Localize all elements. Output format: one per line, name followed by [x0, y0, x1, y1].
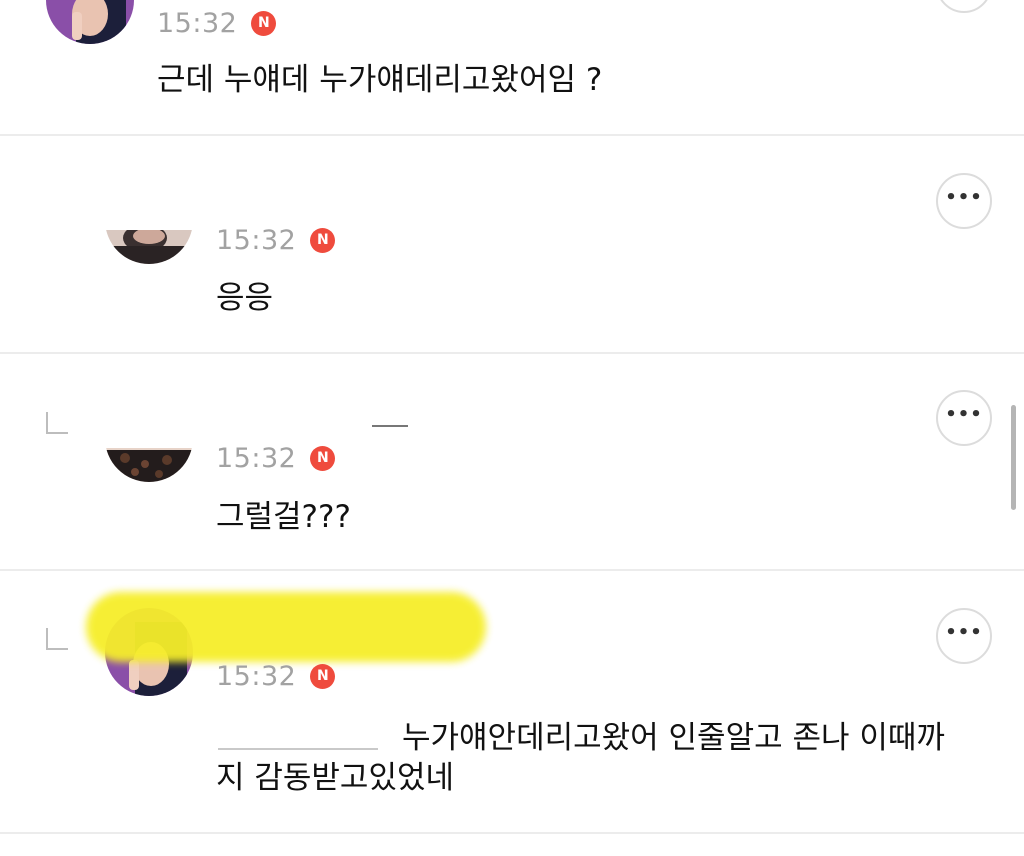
- more-options-icon: •••: [945, 187, 983, 208]
- avatar-crop-3: [105, 448, 197, 482]
- comment-meta: 15:32 N: [157, 5, 277, 41]
- avatar-image: [105, 230, 193, 264]
- divider: [0, 134, 1024, 136]
- new-badge-icon: N: [310, 663, 336, 689]
- comment-text: 근데 누얘데 누가얘데리고왔어임 ?: [157, 62, 603, 98]
- more-options-icon: •••: [945, 622, 983, 643]
- more-options-icon: •••: [945, 404, 983, 425]
- redaction-highlight: [86, 592, 486, 662]
- comment-time: 15:32: [216, 442, 297, 474]
- avatar-image: [105, 448, 193, 482]
- redacted-mention-mark: [218, 748, 378, 750]
- comment-meta: 15:32 N: [216, 440, 336, 476]
- divider: [0, 832, 1024, 834]
- new-badge-icon: N: [310, 227, 336, 253]
- comment-meta: 15:32 N: [216, 658, 336, 694]
- comment-thread-screen: 15:32 N 근데 누얘데 누가얘데리고왔어임 ? ••• 15:32 N 응…: [0, 0, 1024, 856]
- more-options-button[interactable]: •••: [936, 608, 992, 664]
- comment-meta: 15:32 N: [216, 222, 336, 258]
- reply-arrow-icon: [46, 628, 68, 650]
- comment-time: 15:32: [216, 660, 297, 692]
- more-options-button[interactable]: •••: [936, 390, 992, 446]
- divider: [0, 569, 1024, 571]
- comment-text-line-1: 누가얘안데리고왔어 인줄알고 존나 이때까: [402, 720, 945, 756]
- avatar[interactable]: [46, 0, 134, 44]
- comment-text: 응응: [216, 280, 274, 316]
- avatar[interactable]: [105, 230, 193, 264]
- new-badge-icon: N: [251, 10, 277, 36]
- reply-arrow-icon: [46, 412, 68, 434]
- new-badge-icon: N: [310, 445, 336, 471]
- comment-text: 그럴걸???: [216, 499, 351, 535]
- avatar[interactable]: [105, 448, 193, 482]
- scrollbar[interactable]: [1011, 405, 1016, 510]
- comment-text-line-2: 지 감동받고있었네: [216, 760, 455, 796]
- divider: [0, 352, 1024, 354]
- avatar-crop-2: [105, 230, 197, 264]
- comment-time: 15:32: [157, 7, 238, 39]
- more-options-button[interactable]: •••: [936, 0, 992, 13]
- comment-time: 15:32: [216, 224, 297, 256]
- more-options-button[interactable]: •••: [936, 173, 992, 229]
- redacted-author-mark: [372, 425, 408, 427]
- avatar-crop-1: [46, 0, 138, 46]
- avatar-image: [46, 0, 134, 44]
